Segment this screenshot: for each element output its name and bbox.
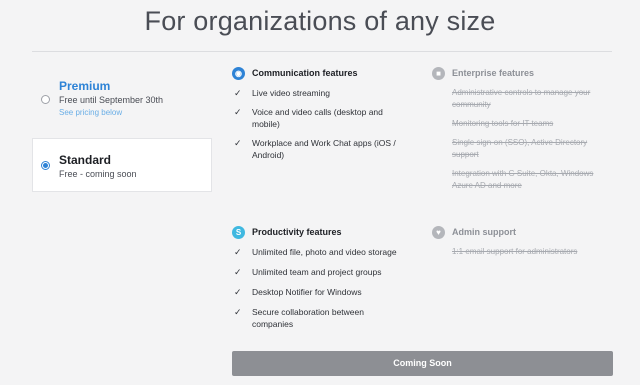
premium-plan-subtitle: Free until September 30th	[59, 95, 164, 105]
title-divider	[32, 51, 612, 52]
list-item-continued: companies	[252, 319, 294, 329]
productivity-features-title: Productivity features	[252, 227, 342, 237]
list-item: Monitoring tools for IT teams	[452, 119, 554, 128]
chat-bubble-icon: ◉	[232, 67, 245, 80]
communication-features-list: ✓ Live video streaming ✓ Voice and video c…	[232, 87, 396, 161]
checkmark-icon: ✓	[234, 88, 242, 98]
admin-support-list: 1:1 email support for administrators	[432, 246, 577, 258]
list-item: ✓ Unlimited team and project groups	[234, 267, 382, 277]
premium-radio[interactable]	[41, 95, 50, 104]
productivity-icon: S	[232, 226, 245, 239]
premium-plan-name: Premium	[59, 79, 111, 93]
plan-option-premium[interactable]: Premium Free until September 30th See pr…	[32, 70, 212, 124]
list-item: ✓ Live video streaming	[234, 88, 330, 98]
communication-features-title: Communication features	[252, 68, 358, 78]
productivity-features-list: ✓ Unlimited file, photo and video storage…	[232, 246, 397, 330]
checkmark-icon: ✓	[234, 247, 242, 257]
page-title: For organizations of any size	[144, 6, 496, 36]
list-item: ✓ Workplace and Work Chat apps (iOS /	[234, 138, 396, 148]
list-item-continued: community	[452, 100, 491, 109]
checkmark-icon: ✓	[234, 267, 242, 277]
see-pricing-link[interactable]: See pricing below	[59, 108, 122, 117]
checkmark-icon: ✓	[234, 287, 242, 297]
standard-plan-name: Standard	[59, 153, 112, 167]
list-item: ✓ Voice and video calls (desktop and	[234, 107, 383, 117]
enterprise-features-title: Enterprise features	[452, 68, 535, 78]
list-item-continued: Azure AD and more	[452, 181, 522, 190]
list-item: Single sign-on (SSO), Active Directory	[452, 138, 588, 147]
checkmark-icon: ✓	[234, 307, 242, 317]
list-item: ✓ Secure collaboration between	[234, 307, 364, 317]
list-item: Administrative controls to manage your	[452, 88, 591, 97]
list-item-continued: support	[452, 150, 479, 159]
heart-icon: ♥	[432, 226, 445, 239]
list-item: ✓ Unlimited file, photo and video storage	[234, 247, 397, 257]
enterprise-features-list: Administrative controls to manage your c…	[432, 87, 593, 192]
checkmark-icon: ✓	[234, 138, 242, 148]
list-item: Integration with G Suite, Okta, Windows	[452, 169, 594, 178]
admin-support-title: Admin support	[452, 227, 516, 237]
list-item-continued: Android)	[252, 150, 285, 160]
list-item: ✓ Desktop Notifier for Windows	[234, 287, 362, 297]
checkmark-icon: ✓	[234, 107, 242, 117]
standard-radio[interactable]	[41, 161, 50, 170]
coming-soon-button[interactable]: Coming Soon	[232, 351, 613, 376]
plan-option-standard[interactable]: Standard Free - coming soon	[32, 138, 212, 192]
list-item-continued: mobile)	[252, 119, 280, 129]
list-item: 1:1 email support for administrators	[452, 247, 578, 256]
standard-plan-subtitle: Free - coming soon	[59, 169, 137, 179]
lock-icon: ■	[432, 67, 445, 80]
